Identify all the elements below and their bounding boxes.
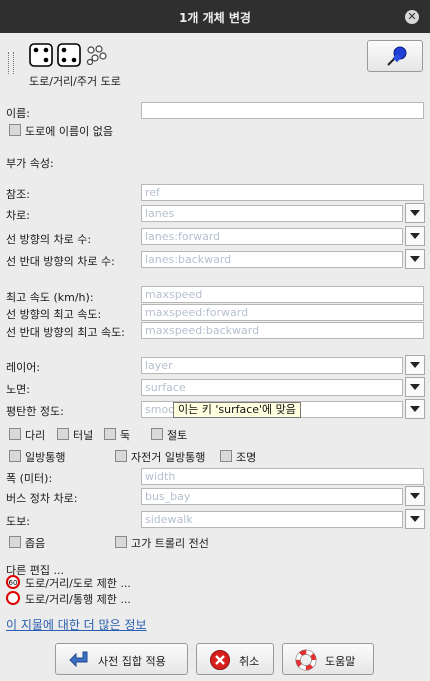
layer-dropdown-button[interactable] [405, 355, 425, 375]
maxspeed-forward-input[interactable]: maxspeed:forward [141, 304, 424, 321]
lanes-forward-label: 선 방향의 차로 수: [6, 233, 92, 246]
noname-label: 도로에 이름이 없음 [25, 125, 113, 138]
oneway-checkbox[interactable] [9, 450, 21, 462]
embankment-checkbox[interactable] [104, 428, 116, 440]
svg-text:60: 60 [9, 579, 18, 587]
maxspeed-input[interactable]: maxspeed [141, 286, 424, 303]
overhead-trolley-checkbox[interactable] [115, 536, 127, 548]
overhead-trolley-label: 고가 트롤리 전선 [131, 537, 209, 550]
cancel-icon [210, 650, 230, 670]
surface-tooltip: 이는 키 'surface'에 맞음 [173, 402, 301, 418]
lanes-backward-dropdown-button[interactable] [405, 249, 425, 269]
drag-handle[interactable] [8, 52, 14, 74]
lanes-input[interactable]: lanes [141, 205, 403, 222]
cancel-label: 취소 [239, 655, 260, 668]
narrow-label: 좁음 [25, 537, 46, 550]
tunnel-checkbox[interactable] [57, 428, 69, 440]
smoothness-dropdown-button[interactable] [405, 399, 425, 419]
lanes-backward-input[interactable]: lanes:backward [141, 251, 403, 268]
lit-checkbox[interactable] [220, 450, 232, 462]
lit-label: 조명 [236, 451, 257, 464]
bridge-label: 다리 [25, 429, 46, 442]
embankment-label: 둑 [120, 429, 131, 442]
relation-icon [86, 45, 108, 66]
cutting-checkbox[interactable] [151, 428, 163, 440]
oneway-bicycle-checkbox[interactable] [115, 450, 127, 462]
ref-label: 참조: [6, 188, 30, 201]
preset-name: 도로/거리/주거 도로 [29, 75, 121, 88]
tunnel-label: 터널 [73, 429, 94, 442]
surface-label: 노면: [6, 383, 30, 396]
width-label: 폭 (미터): [6, 472, 53, 485]
sidewalk-label: 도보: [6, 515, 30, 528]
sidewalk-input[interactable]: sidewalk [141, 511, 403, 528]
apply-arrow-icon [69, 651, 88, 668]
maxspeed-backward-input[interactable]: maxspeed:backward [141, 322, 424, 339]
help-button[interactable]: 도움말 [282, 643, 374, 675]
name-label: 이름: [6, 107, 30, 120]
maxspeed-backward-label: 선 반대 방향의 최고 속도: [6, 326, 125, 339]
no-entry-sign-icon [6, 591, 20, 605]
narrow-checkbox[interactable] [9, 536, 21, 548]
width-input[interactable]: width [141, 468, 424, 485]
lanes-dropdown-button[interactable] [405, 203, 425, 223]
cutting-label: 절토 [167, 429, 188, 442]
oneway-bicycle-label: 자전거 일방통행 [131, 451, 206, 464]
help-label: 도움말 [325, 655, 356, 668]
maxspeed-forward-label: 선 방향의 최고 속도: [6, 308, 102, 321]
window-title: 1개 개체 변경 [179, 11, 251, 25]
lanes-forward-dropdown-button[interactable] [405, 226, 425, 246]
lanes-label: 차로: [6, 209, 30, 222]
closed-way-icon [57, 43, 81, 67]
noname-checkbox[interactable] [9, 124, 21, 136]
sidewalk-dropdown-button[interactable] [405, 509, 425, 529]
title-bar: 1개 개체 변경 ✕ [0, 0, 430, 33]
layer-label: 레이어: [6, 361, 41, 374]
oneway-label: 일방통행 [25, 451, 66, 464]
lanes-backward-label: 선 반대 방향의 차로 수: [6, 255, 115, 268]
other-edit-access-restrictions-link[interactable]: 도로/거리/통행 제한 ... [25, 591, 131, 607]
other-edit-road-restrictions-link[interactable]: 도로/거리/도로 제한 ... [25, 575, 131, 591]
apply-preset-button[interactable]: 사전 집합 적용 [55, 643, 188, 675]
maxspeed-label: 최고 속도 (km/h): [6, 291, 94, 304]
name-input[interactable] [141, 102, 424, 119]
cancel-button[interactable]: 취소 [196, 643, 274, 675]
bus-bay-dropdown-button[interactable] [405, 486, 425, 506]
surface-input[interactable]: surface [141, 379, 403, 396]
apply-preset-label: 사전 집합 적용 [98, 655, 166, 668]
lanes-forward-input[interactable]: lanes:forward [141, 228, 403, 245]
ref-input[interactable]: ref [141, 184, 424, 201]
pin-button[interactable] [367, 40, 423, 72]
close-icon[interactable]: ✕ [405, 10, 419, 24]
smoothness-label: 평탄한 정도: [6, 405, 64, 418]
pin-icon [387, 46, 407, 66]
more-info-link[interactable]: 이 지물에 대한 더 많은 정보 [6, 616, 147, 633]
bus-bay-input[interactable]: bus_bay [141, 488, 403, 505]
lifebuoy-icon [295, 649, 317, 671]
layer-input[interactable]: layer [141, 357, 403, 374]
bus-bay-label: 버스 정차 차로: [6, 492, 78, 505]
speed-limit-sign-icon: 60 [6, 575, 20, 589]
way-icon [29, 43, 53, 67]
extra-attributes-header: 부가 속성: [6, 157, 54, 170]
bridge-checkbox[interactable] [9, 428, 21, 440]
surface-dropdown-button[interactable] [405, 377, 425, 397]
